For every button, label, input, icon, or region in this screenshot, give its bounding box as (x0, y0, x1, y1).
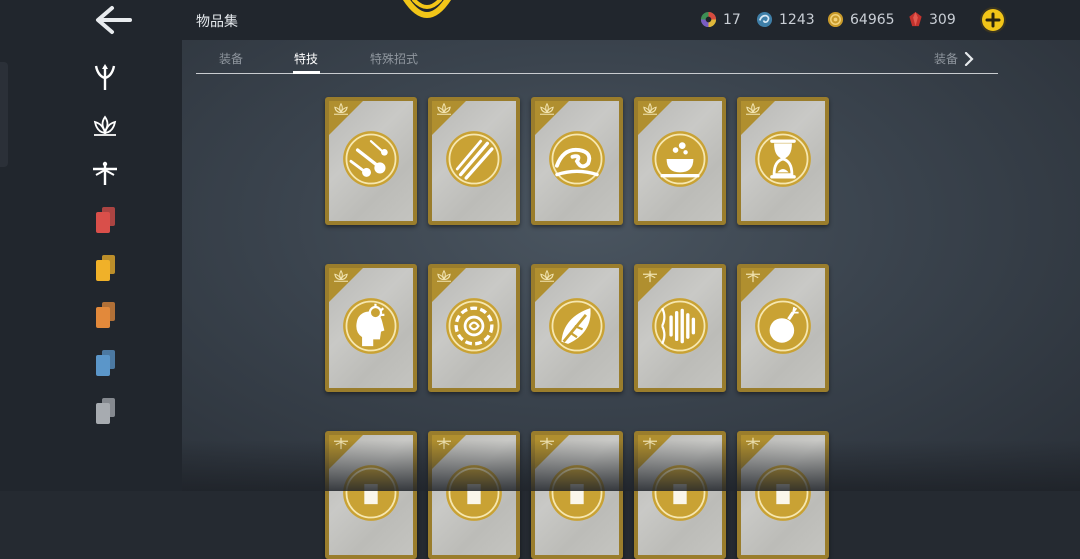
sidebar-item-yellow-cards[interactable] (88, 251, 122, 285)
next-tab-label: 装备 (934, 52, 959, 66)
add-currency-button[interactable] (979, 6, 1007, 34)
unknown-icon (652, 465, 708, 521)
hourglass-icon (755, 131, 811, 187)
blue-swirl-icon (756, 11, 773, 28)
skill-card[interactable] (634, 97, 726, 225)
plus-icon (980, 7, 1006, 33)
feather-shield-icon (549, 298, 605, 354)
lotus-icon (437, 269, 451, 282)
dragonfly-icon (643, 437, 657, 450)
blue-cards-icon (96, 350, 115, 376)
sidebar-edge-handle (0, 62, 8, 167)
bomb-icon (755, 298, 811, 354)
gray-cards-icon (96, 398, 115, 424)
back-arrow-icon[interactable] (92, 4, 134, 36)
colorful-gem-icon (700, 11, 717, 28)
chevron-right-icon (964, 51, 974, 66)
main-panel (182, 40, 1080, 491)
unknown-icon (549, 465, 605, 521)
skill-card[interactable] (634, 431, 726, 559)
lotus-icon (334, 102, 348, 115)
unknown-icon (446, 465, 502, 521)
currency-value: 17 (723, 11, 741, 28)
lotus-icon (643, 102, 657, 115)
skill-card[interactable] (428, 97, 520, 225)
trident-icon (94, 64, 116, 90)
falling-stars-icon (343, 131, 399, 187)
currency-red-gem: 309 (908, 11, 956, 28)
skill-card[interactable] (737, 97, 829, 225)
dragonfly-icon (643, 270, 657, 283)
sidebar-item-dragonfly[interactable] (88, 156, 122, 190)
claw-slash-icon (446, 131, 502, 187)
currency-value: 64965 (850, 11, 895, 28)
page-title: 物品集 (196, 14, 238, 30)
lotus-icon (540, 102, 554, 115)
game-logo-icon (400, 0, 454, 26)
currency-value: 1243 (779, 11, 815, 28)
sound-wave-icon (652, 298, 708, 354)
skill-card[interactable] (531, 431, 623, 559)
unknown-icon (755, 465, 811, 521)
lotus-icon (437, 102, 451, 115)
dragonfly-icon (93, 161, 117, 185)
skill-card[interactable] (325, 264, 417, 392)
sidebar-item-gray-cards[interactable] (88, 394, 122, 428)
lotus-icon (540, 269, 554, 282)
dragonfly-icon (334, 437, 348, 450)
skill-card[interactable] (428, 264, 520, 392)
skill-card[interactable] (531, 97, 623, 225)
red-gem-icon (909, 11, 922, 27)
lotus-icon (334, 269, 348, 282)
currency-blue-swirl: 1243 (756, 11, 815, 28)
currency-colorful-gem: 17 (700, 11, 741, 28)
dragonfly-icon (746, 270, 760, 283)
skill-card[interactable] (737, 431, 829, 559)
skill-card[interactable] (737, 264, 829, 392)
sidebar-item-blue-cards[interactable] (88, 346, 122, 380)
tab-equipment[interactable]: 装备 (219, 50, 243, 67)
yellow-cards-icon (96, 255, 115, 281)
currency-value: 309 (929, 11, 956, 28)
active-tab-indicator (293, 71, 320, 74)
chain-ring-icon (446, 298, 502, 354)
skill-card[interactable] (634, 264, 726, 392)
sidebar-item-red-cards[interactable] (88, 203, 122, 237)
sidebar-item-trident[interactable] (88, 60, 122, 94)
skill-card[interactable] (428, 431, 520, 559)
gold-coin-icon (827, 11, 844, 28)
skill-card[interactable] (325, 97, 417, 225)
skill-card[interactable] (531, 264, 623, 392)
orange-cards-icon (96, 302, 115, 328)
skill-card[interactable] (325, 431, 417, 559)
unknown-icon (343, 465, 399, 521)
sidebar-item-orange-cards[interactable] (88, 298, 122, 332)
head-explosion-icon (343, 298, 399, 354)
next-tab-button[interactable]: 装备 (934, 50, 974, 67)
sidebar-item-lotus[interactable] (88, 109, 122, 143)
dragonfly-icon (540, 437, 554, 450)
tab-skills[interactable]: 特技 (294, 50, 318, 67)
wave-icon (549, 131, 605, 187)
lotus-icon (93, 115, 117, 136)
dragonfly-icon (437, 437, 451, 450)
teacup-icon (652, 131, 708, 187)
currency-gold-coin: 64965 (827, 11, 895, 28)
red-cards-icon (96, 207, 115, 233)
lotus-icon (746, 102, 760, 115)
tab-special-moves[interactable]: 特殊招式 (370, 50, 418, 67)
dragonfly-icon (746, 437, 760, 450)
